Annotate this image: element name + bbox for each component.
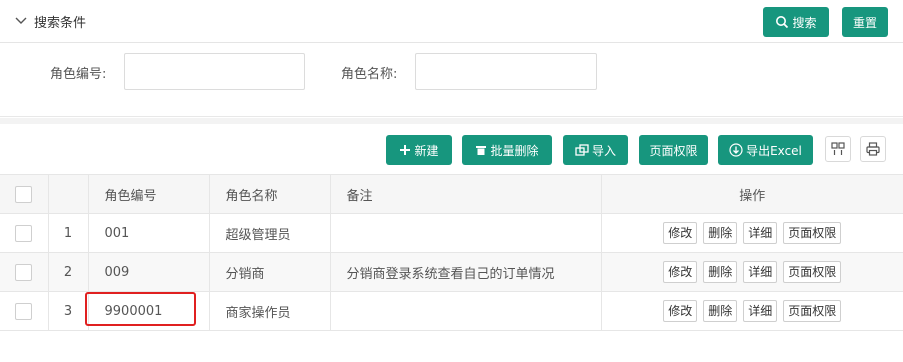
select-all-cell bbox=[0, 174, 49, 214]
import-icon bbox=[575, 144, 589, 156]
actions-cell: 修改 删除 详细 页面权限 bbox=[600, 252, 903, 292]
chevron-down-icon bbox=[15, 17, 27, 24]
index-header bbox=[47, 174, 89, 214]
role-code-input[interactable] bbox=[124, 53, 305, 90]
row-index: 2 bbox=[47, 252, 89, 292]
remark-header[interactable]: 备注 bbox=[329, 174, 602, 214]
download-circle-icon bbox=[729, 143, 743, 157]
batch-delete-label: 批量删除 bbox=[490, 143, 539, 158]
actions-header: 操作 bbox=[600, 174, 903, 214]
print-icon bbox=[866, 142, 880, 156]
row-page-permission-button[interactable]: 页面权限 bbox=[783, 261, 842, 283]
search-header: 搜索条件 搜索 重置 bbox=[0, 0, 903, 43]
search-collapse-toggle[interactable]: 搜索条件 bbox=[14, 11, 86, 31]
delete-button[interactable]: 删除 bbox=[703, 300, 738, 322]
table-header-row: 角色编号 角色名称 备注 操作 bbox=[0, 174, 903, 214]
row-page-permission-button[interactable]: 页面权限 bbox=[783, 222, 842, 244]
search-button-label: 搜索 bbox=[792, 15, 817, 30]
columns-icon bbox=[831, 142, 845, 155]
role-code-cell: 009 bbox=[87, 252, 210, 292]
row-check-cell bbox=[0, 291, 49, 331]
edit-button[interactable]: 修改 bbox=[663, 222, 698, 244]
role-name-cell: 分销商 bbox=[208, 252, 331, 292]
trash-icon bbox=[475, 144, 487, 156]
detail-button[interactable]: 详细 bbox=[743, 261, 778, 283]
column-settings-button[interactable] bbox=[825, 136, 851, 162]
row-checkbox[interactable] bbox=[15, 263, 33, 281]
role-name-header[interactable]: 角色名称 bbox=[208, 174, 331, 214]
import-button-label: 导入 bbox=[591, 143, 616, 158]
row-page-permission-button[interactable]: 页面权限 bbox=[783, 300, 842, 322]
role-name-cell: 商家操作员 bbox=[208, 291, 331, 331]
delete-button[interactable]: 删除 bbox=[703, 261, 738, 283]
role-code-label: 角色编号: bbox=[50, 67, 107, 82]
import-button[interactable]: 导入 bbox=[563, 135, 628, 165]
remark-cell bbox=[329, 291, 602, 331]
remark-cell: 分销商登录系统查看自己的订单情况 bbox=[329, 252, 602, 292]
edit-button[interactable]: 修改 bbox=[663, 300, 698, 322]
search-panel: 搜索条件 搜索 重置 角色编号: 角色名称: bbox=[0, 0, 903, 117]
role-code-cell: 001 bbox=[87, 213, 210, 253]
role-code-header[interactable]: 角色编号 bbox=[87, 174, 210, 214]
actions-cell: 修改 删除 详细 页面权限 bbox=[600, 291, 903, 331]
print-button[interactable] bbox=[860, 136, 886, 162]
reset-button[interactable]: 重置 bbox=[842, 7, 888, 37]
detail-button[interactable]: 详细 bbox=[743, 222, 778, 244]
role-name-input[interactable] bbox=[415, 53, 597, 90]
batch-delete-button[interactable]: 批量删除 bbox=[462, 135, 552, 165]
table-row: 3 9900001 商家操作员 修改 删除 详细 页面权限 bbox=[0, 291, 903, 331]
toolbar: 新建 批量删除 导入 页面权限 导出Excel bbox=[0, 124, 903, 174]
roles-table: 角色编号 角色名称 备注 操作 1 001 超级管理员 修改 删除 详细 页面权限 2… bbox=[0, 174, 903, 331]
page-permission-button[interactable]: 页面权限 bbox=[639, 135, 708, 165]
row-check-cell bbox=[0, 252, 49, 292]
table-row: 1 001 超级管理员 修改 删除 详细 页面权限 bbox=[0, 213, 903, 253]
row-index: 3 bbox=[47, 291, 89, 331]
plus-icon bbox=[399, 144, 411, 156]
row-check-cell bbox=[0, 213, 49, 253]
table-row: 2 009 分销商 分销商登录系统查看自己的订单情况 修改 删除 详细 页面权限 bbox=[0, 252, 903, 292]
actions-cell: 修改 删除 详细 页面权限 bbox=[600, 213, 903, 253]
role-code-cell: 9900001 bbox=[87, 291, 210, 331]
detail-button[interactable]: 详细 bbox=[743, 300, 778, 322]
export-excel-button[interactable]: 导出Excel bbox=[718, 135, 813, 165]
delete-button[interactable]: 删除 bbox=[703, 222, 738, 244]
search-title: 搜索条件 bbox=[34, 15, 87, 31]
select-all-checkbox[interactable] bbox=[15, 185, 33, 203]
export-button-label: 导出Excel bbox=[746, 143, 802, 158]
row-checkbox[interactable] bbox=[15, 302, 33, 320]
new-button-label: 新建 bbox=[414, 143, 439, 158]
edit-button[interactable]: 修改 bbox=[663, 261, 698, 283]
role-name-label: 角色名称: bbox=[341, 67, 398, 82]
role-name-cell: 超级管理员 bbox=[208, 213, 331, 253]
search-button[interactable]: 搜索 bbox=[763, 7, 829, 37]
new-button[interactable]: 新建 bbox=[386, 135, 452, 165]
search-icon bbox=[775, 15, 789, 29]
remark-cell bbox=[329, 213, 602, 253]
row-checkbox[interactable] bbox=[15, 224, 33, 242]
row-index: 1 bbox=[47, 213, 89, 253]
